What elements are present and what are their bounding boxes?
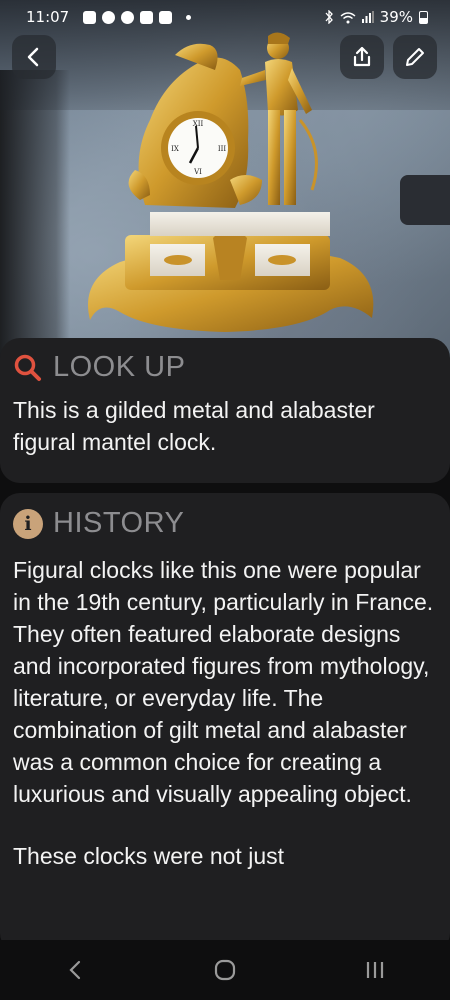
nav-home-icon	[214, 959, 236, 981]
chevron-left-icon	[27, 47, 39, 67]
history-title: HISTORY	[53, 507, 185, 539]
history-header: i HISTORY	[13, 507, 434, 540]
youtube-icon	[140, 10, 154, 24]
lookup-header: LOOK UP	[13, 351, 434, 384]
status-time: 11:07	[26, 8, 70, 26]
battery-icon	[419, 10, 428, 24]
svg-text:XII: XII	[193, 120, 204, 128]
info-icon: i	[13, 508, 43, 539]
search-icon	[14, 354, 41, 381]
status-bar: 11:07 39%	[0, 0, 450, 34]
lookup-title: LOOK UP	[53, 351, 186, 383]
lookup-card: LOOK UP This is a gilded metal and alaba…	[0, 338, 450, 483]
history-paragraph-1: Figural clocks like this one were popula…	[13, 557, 434, 807]
history-paragraph-2: These clocks were not just	[13, 843, 285, 869]
lookup-text: This is a gilded metal and alabaster fig…	[13, 397, 375, 455]
chat-icon	[121, 10, 135, 24]
history-card: i HISTORY Figural clocks like this one w…	[0, 493, 450, 953]
nav-back-button[interactable]	[45, 950, 105, 990]
edit-button[interactable]	[393, 35, 437, 79]
messenger-icon	[102, 10, 116, 24]
battery-percent: 39%	[379, 8, 413, 26]
pencil-icon	[406, 48, 424, 66]
svg-text:III: III	[218, 145, 227, 153]
notification-dot-icon	[186, 14, 192, 20]
nav-home-button[interactable]	[195, 950, 255, 990]
svg-text:VI: VI	[193, 168, 202, 176]
svg-text:IX: IX	[171, 145, 179, 153]
nav-recents-button[interactable]	[345, 950, 405, 990]
facebook-icon	[83, 10, 97, 24]
nav-back-icon	[69, 960, 81, 980]
share-icon	[353, 46, 371, 67]
share-button[interactable]	[340, 35, 384, 79]
system-nav-bar	[0, 940, 450, 1000]
history-text: Figural clocks like this one were popula…	[13, 554, 434, 872]
wifi-icon	[340, 11, 356, 23]
back-button[interactable]	[12, 35, 56, 79]
signal-icon	[361, 11, 374, 23]
bluetooth-icon	[325, 10, 333, 24]
nav-recents-icon	[366, 962, 384, 978]
youtube-icon-2	[159, 10, 173, 24]
